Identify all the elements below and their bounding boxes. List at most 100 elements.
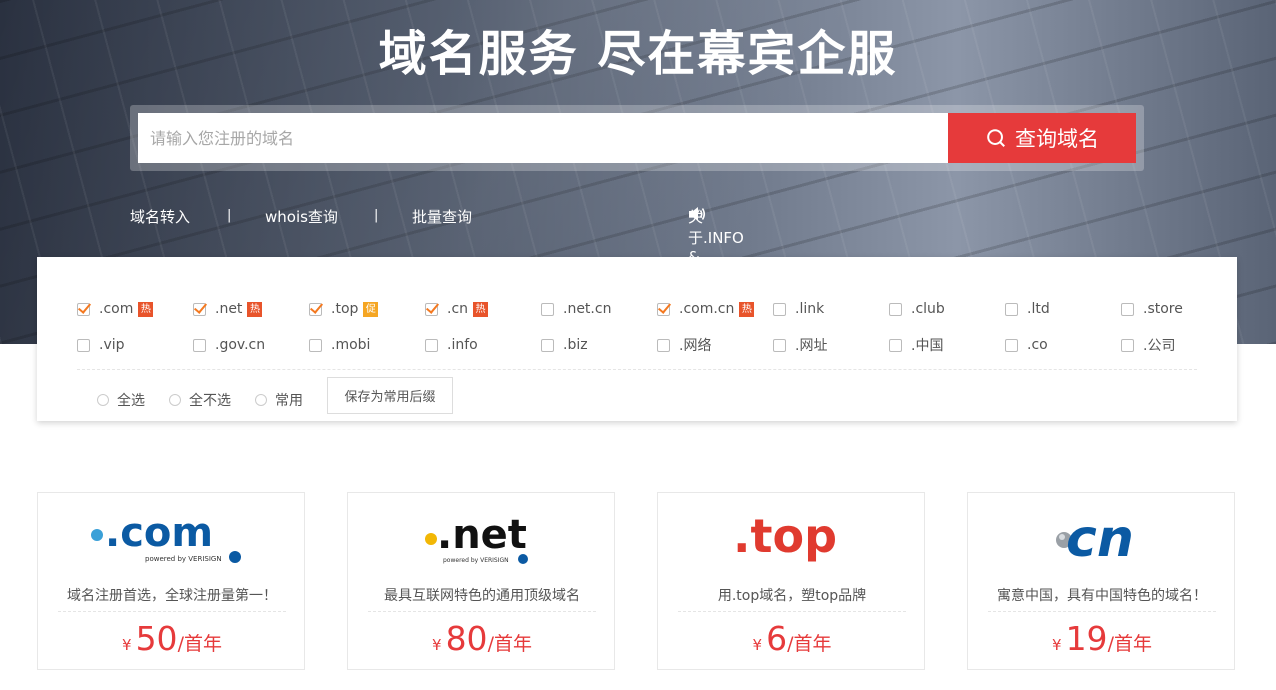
checkbox[interactable] [77, 302, 90, 316]
tld-option[interactable]: .club [889, 300, 945, 318]
card-price: ¥6/首年 [752, 619, 832, 658]
tld-label: .info [447, 337, 478, 353]
card-description: 最具互联网特色的通用顶级域名 [368, 585, 596, 612]
tld-option[interactable]: .vip [77, 336, 125, 354]
tld-label: .co [1027, 337, 1048, 353]
tld-option[interactable]: .co [1005, 336, 1048, 354]
save-common-button[interactable]: 保存为常用后缀 [327, 377, 453, 414]
tld-label: .com.cn [679, 301, 735, 317]
select-none-radio[interactable]: 全不选 [169, 390, 231, 410]
domain-search-input[interactable] [138, 113, 948, 163]
tld-label: .link [795, 301, 825, 317]
checkbox[interactable] [1121, 338, 1134, 352]
tld-label: .com [99, 301, 134, 317]
tld-option[interactable]: .top 促 [309, 300, 379, 318]
checkbox[interactable] [309, 302, 322, 316]
checkbox[interactable] [309, 338, 322, 352]
com-logo: .com powered by VERISIGN [38, 501, 306, 567]
logo-text: .com [105, 510, 213, 556]
tld-label: .网络 [679, 338, 712, 354]
checkbox[interactable] [1121, 302, 1134, 316]
tld-label: .ltd [1027, 301, 1050, 317]
checkbox[interactable] [773, 338, 786, 352]
tld-option[interactable]: .公司 [1121, 336, 1175, 354]
cn-logo: cn [968, 501, 1236, 567]
tld-option[interactable]: .mobi [309, 336, 370, 354]
tld-option[interactable]: .网络 [657, 336, 711, 354]
checkbox[interactable] [1005, 338, 1018, 352]
search-domain-button[interactable]: 查询域名 [948, 113, 1136, 163]
search-button-label: 查询域名 [1015, 127, 1099, 151]
tld-selector-panel: .com 热 .net 热 .top 促 .cn 热 .net.cn .com.cn 热 .link.… [37, 257, 1237, 421]
tld-option[interactable]: .gov.cn [193, 336, 265, 354]
net-logo: .net powered by VERISIGN [348, 501, 616, 567]
checkbox[interactable] [541, 338, 554, 352]
divider [77, 369, 1197, 370]
tld-label: .store [1143, 301, 1183, 317]
radio-label: 全选 [117, 393, 145, 409]
domain-card-cn[interactable]: cn 寓意中国，具有中国特色的域名！ ¥19/首年 [967, 492, 1235, 670]
checkbox[interactable] [425, 302, 438, 316]
tld-option[interactable]: .ltd [1005, 300, 1050, 318]
checkbox[interactable] [1005, 302, 1018, 316]
domain-transfer-link[interactable]: 域名转入 [130, 206, 190, 227]
checkbox[interactable] [773, 302, 786, 316]
tld-option[interactable]: .com.cn 热 [657, 300, 755, 318]
tld-label: .gov.cn [215, 337, 266, 353]
logo-sub: powered by VERISIGN [443, 557, 509, 564]
promo-badge: 促 [363, 301, 379, 317]
tld-label: .中国 [911, 338, 944, 354]
whois-link[interactable]: whois查询 [265, 206, 338, 227]
tld-option[interactable]: .biz [541, 336, 588, 354]
tld-option[interactable]: .info [425, 336, 478, 354]
tld-option[interactable]: .link [773, 300, 824, 318]
tld-option[interactable]: .net 热 [193, 300, 263, 318]
tld-option[interactable]: .com 热 [77, 300, 154, 318]
tld-label: .net [215, 301, 243, 317]
checkbox[interactable] [193, 302, 206, 316]
card-description: 寓意中国，具有中国特色的域名！ [988, 585, 1216, 612]
tld-label: .net.cn [563, 301, 612, 317]
logo-text: cn [1066, 509, 1134, 566]
tld-label: .club [911, 301, 945, 317]
domain-card-net[interactable]: .net powered by VERISIGN 最具互联网特色的通用顶级域名 … [347, 492, 615, 670]
domain-card-com[interactable]: .com powered by VERISIGN 域名注册首选，全球注册量第一！… [37, 492, 305, 670]
checkbox[interactable] [657, 338, 670, 352]
checkbox[interactable] [889, 338, 902, 352]
batch-query-link[interactable]: 批量查询 [412, 206, 472, 227]
hot-badge: 热 [138, 301, 154, 317]
notice-link[interactable]: 关于.INFO & .MOBI实名认证的重要通知 [688, 206, 744, 346]
checkbox[interactable] [657, 302, 670, 316]
hot-badge: 热 [739, 301, 755, 317]
card-price: ¥80/首年 [432, 619, 532, 658]
checkbox[interactable] [193, 338, 206, 352]
tld-option[interactable]: .网址 [773, 336, 827, 354]
checkbox[interactable] [77, 338, 90, 352]
card-price: ¥50/首年 [122, 619, 222, 658]
logo-text: .net [437, 512, 527, 558]
radio-circle [97, 394, 109, 406]
tld-label: .top [331, 301, 359, 317]
checkbox[interactable] [425, 338, 438, 352]
tld-label: .mobi [331, 337, 371, 353]
checkbox[interactable] [541, 302, 554, 316]
common-radio[interactable]: 常用 [255, 390, 303, 410]
quick-links: 域名转入 | whois查询 | 批量查询 关于.INFO & .MOBI实名认… [130, 206, 1144, 346]
search-bar: 查询域名 [130, 105, 1144, 171]
card-description: 域名注册首选，全球注册量第一！ [58, 585, 286, 612]
tld-option[interactable]: .net.cn [541, 300, 611, 318]
radio-label: 常用 [275, 393, 303, 409]
page-title: 域名服务 尽在幕宾企服 [378, 26, 898, 82]
tld-option[interactable]: .cn 热 [425, 300, 489, 318]
domain-card-top[interactable]: .top 用.top域名，塑top品牌 ¥6/首年 [657, 492, 925, 670]
search-icon [987, 129, 1005, 147]
card-description: 用.top域名，塑top品牌 [678, 585, 906, 612]
separator: | [227, 208, 232, 223]
tld-option[interactable]: .中国 [889, 336, 943, 354]
tld-option[interactable]: .store [1121, 300, 1183, 318]
tld-label: .cn [447, 301, 469, 317]
tld-label: .网址 [795, 338, 828, 354]
checkbox[interactable] [889, 302, 902, 316]
top-logo: .top [658, 501, 926, 567]
select-all-radio[interactable]: 全选 [97, 390, 145, 410]
